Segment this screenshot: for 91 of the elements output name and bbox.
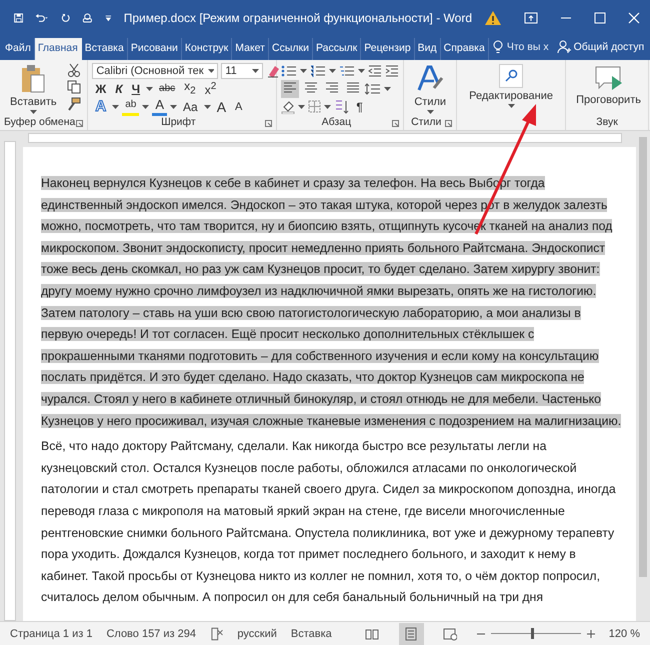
zoom-slider-thumb[interactable] <box>531 628 534 639</box>
format-button[interactable]: A <box>152 97 167 116</box>
page-count[interactable]: Страница 1 из 1 <box>10 628 92 640</box>
tell-me-field[interactable]: Что вы х <box>506 41 549 53</box>
increase-indent-icon[interactable] <box>385 64 400 76</box>
caret-icon <box>300 68 308 72</box>
caret-icon <box>146 86 154 90</box>
window-title: Пример.docx [Режим ограниченной функциональности] - Word <box>124 11 472 25</box>
caret-icon <box>329 68 336 72</box>
group-label: Шрифт <box>160 116 197 130</box>
proofing-icon[interactable] <box>210 626 224 640</box>
caret-icon <box>324 104 332 108</box>
format-button[interactable]: ab <box>122 97 140 116</box>
ribbon-tab[interactable]: Главная <box>34 38 82 60</box>
lightbulb-icon <box>492 40 503 54</box>
format-button[interactable]: Ч <box>128 80 144 96</box>
save-icon[interactable] <box>14 11 24 25</box>
format-button[interactable]: A <box>214 98 230 114</box>
caret-icon <box>112 104 120 108</box>
web-layout-icon <box>443 626 458 640</box>
borders-icon[interactable] <box>308 100 322 113</box>
format-button[interactable]: abc <box>156 80 178 96</box>
format-button[interactable]: К <box>112 80 126 96</box>
multilevel-list-icon[interactable] <box>339 64 356 76</box>
sort-icon[interactable] <box>334 100 350 114</box>
dialog-launcher-icon[interactable] <box>392 120 400 126</box>
view-button[interactable] <box>398 622 424 644</box>
group-label: Буфер обмена <box>4 116 76 130</box>
group-label: Стили <box>410 116 442 130</box>
zoom-in-icon[interactable] <box>586 630 595 638</box>
customize-icon[interactable] <box>105 13 112 23</box>
caret-icon <box>426 110 434 114</box>
line-spacing-icon[interactable] <box>365 82 382 94</box>
format-button[interactable]: x$^{2}$ <box>202 79 220 98</box>
caret-icon <box>298 104 306 108</box>
caret-icon <box>508 104 515 108</box>
numbering-icon[interactable] <box>310 64 326 76</box>
clear-formatting-icon[interactable] <box>266 64 280 78</box>
redo-icon[interactable] <box>60 11 70 25</box>
read-aloud-button[interactable]: Проговорить <box>570 62 647 116</box>
close-icon[interactable] <box>628 12 640 24</box>
print-layout-icon <box>404 626 418 640</box>
copy-icon[interactable] <box>66 80 81 94</box>
touch-mode-icon[interactable] <box>82 11 93 25</box>
styles-button[interactable]: Стили <box>408 62 452 116</box>
format-button[interactable]: x$_{2}$ <box>181 78 199 100</box>
font-name-field[interactable]: Calibri (Основной тек <box>92 62 218 78</box>
undo-icon[interactable] <box>35 11 49 25</box>
bullets-icon[interactable] <box>281 64 298 76</box>
dialog-launcher-icon[interactable] <box>265 120 272 126</box>
search-icon <box>499 64 524 88</box>
align-center-icon[interactable] <box>304 80 318 94</box>
paste-button[interactable]: Вставить <box>4 62 63 116</box>
insert-mode-indicator[interactable]: Вставка <box>290 628 332 640</box>
caret-icon <box>204 104 211 108</box>
format-button[interactable]: A <box>232 98 246 114</box>
caret-icon <box>384 86 392 90</box>
share-button[interactable]: Общий доступ <box>552 40 648 60</box>
zoom-level[interactable]: 120 % <box>608 628 640 640</box>
align-left-icon[interactable] <box>283 80 298 94</box>
document-paragraph: Всё, что надо доктору Райтсману, сделали. Как никогда быстро все результаты легли на кузнецовский стол. Остался Кузнецов после работы, обложился атласами по онкологической патологии и стал смотреть препараты тканей своего друга. Сидел за микроскопом допоздна, иногда переводя глаза с микрополя на матовый яркий экран на стене, где висели многочисленные рентгеновские снимки больного Райтсмана. Опустела поликлиника, вот уже и дежурному терапевту пора уходить. Дождался Кузнецов, когда тот примет последнего больного, и заходит к нему в кабинет. Такой просьбы от Кузнецова никто из коллег не помнил, хотя то, о чём доктор попросил, считалось делом обычным. А попросил он для себя банальный больничный на три дня <box>41 438 617 606</box>
maximize-icon[interactable] <box>594 12 606 24</box>
format-painter-icon[interactable] <box>66 97 81 111</box>
format-button[interactable]: Aa <box>180 98 201 114</box>
format-button[interactable]: Ж <box>92 80 110 96</box>
shading-icon[interactable] <box>281 100 296 114</box>
dialog-launcher-icon[interactable] <box>445 120 452 126</box>
caret-icon <box>170 104 177 108</box>
read-mode-icon <box>365 626 380 640</box>
justify-icon[interactable] <box>346 80 360 94</box>
warning-icon <box>484 10 502 26</box>
ribbon-display-icon[interactable] <box>524 12 538 24</box>
group-label: Абзац <box>320 116 352 130</box>
scissors-icon[interactable] <box>66 63 81 77</box>
speech-play-icon <box>594 64 624 92</box>
person-add-icon <box>556 40 571 54</box>
caret-icon <box>208 68 214 72</box>
caret-icon <box>358 68 366 72</box>
editing-button[interactable]: Редактирование <box>461 62 562 110</box>
caret-icon <box>142 104 150 108</box>
group-label: Звук <box>595 116 619 130</box>
clipboard-icon <box>20 64 46 94</box>
dialog-launcher-icon[interactable] <box>76 120 84 126</box>
font-size-field[interactable]: 11 <box>221 62 264 78</box>
decrease-indent-icon[interactable] <box>368 64 382 76</box>
align-right-icon[interactable] <box>325 80 340 94</box>
word-count[interactable]: Слово 157 из 294 <box>106 628 196 640</box>
show-marks-button[interactable]: ¶ <box>353 98 366 114</box>
caret-icon <box>30 110 37 114</box>
language-indicator[interactable]: русский <box>237 628 277 640</box>
caret-icon <box>252 68 260 72</box>
